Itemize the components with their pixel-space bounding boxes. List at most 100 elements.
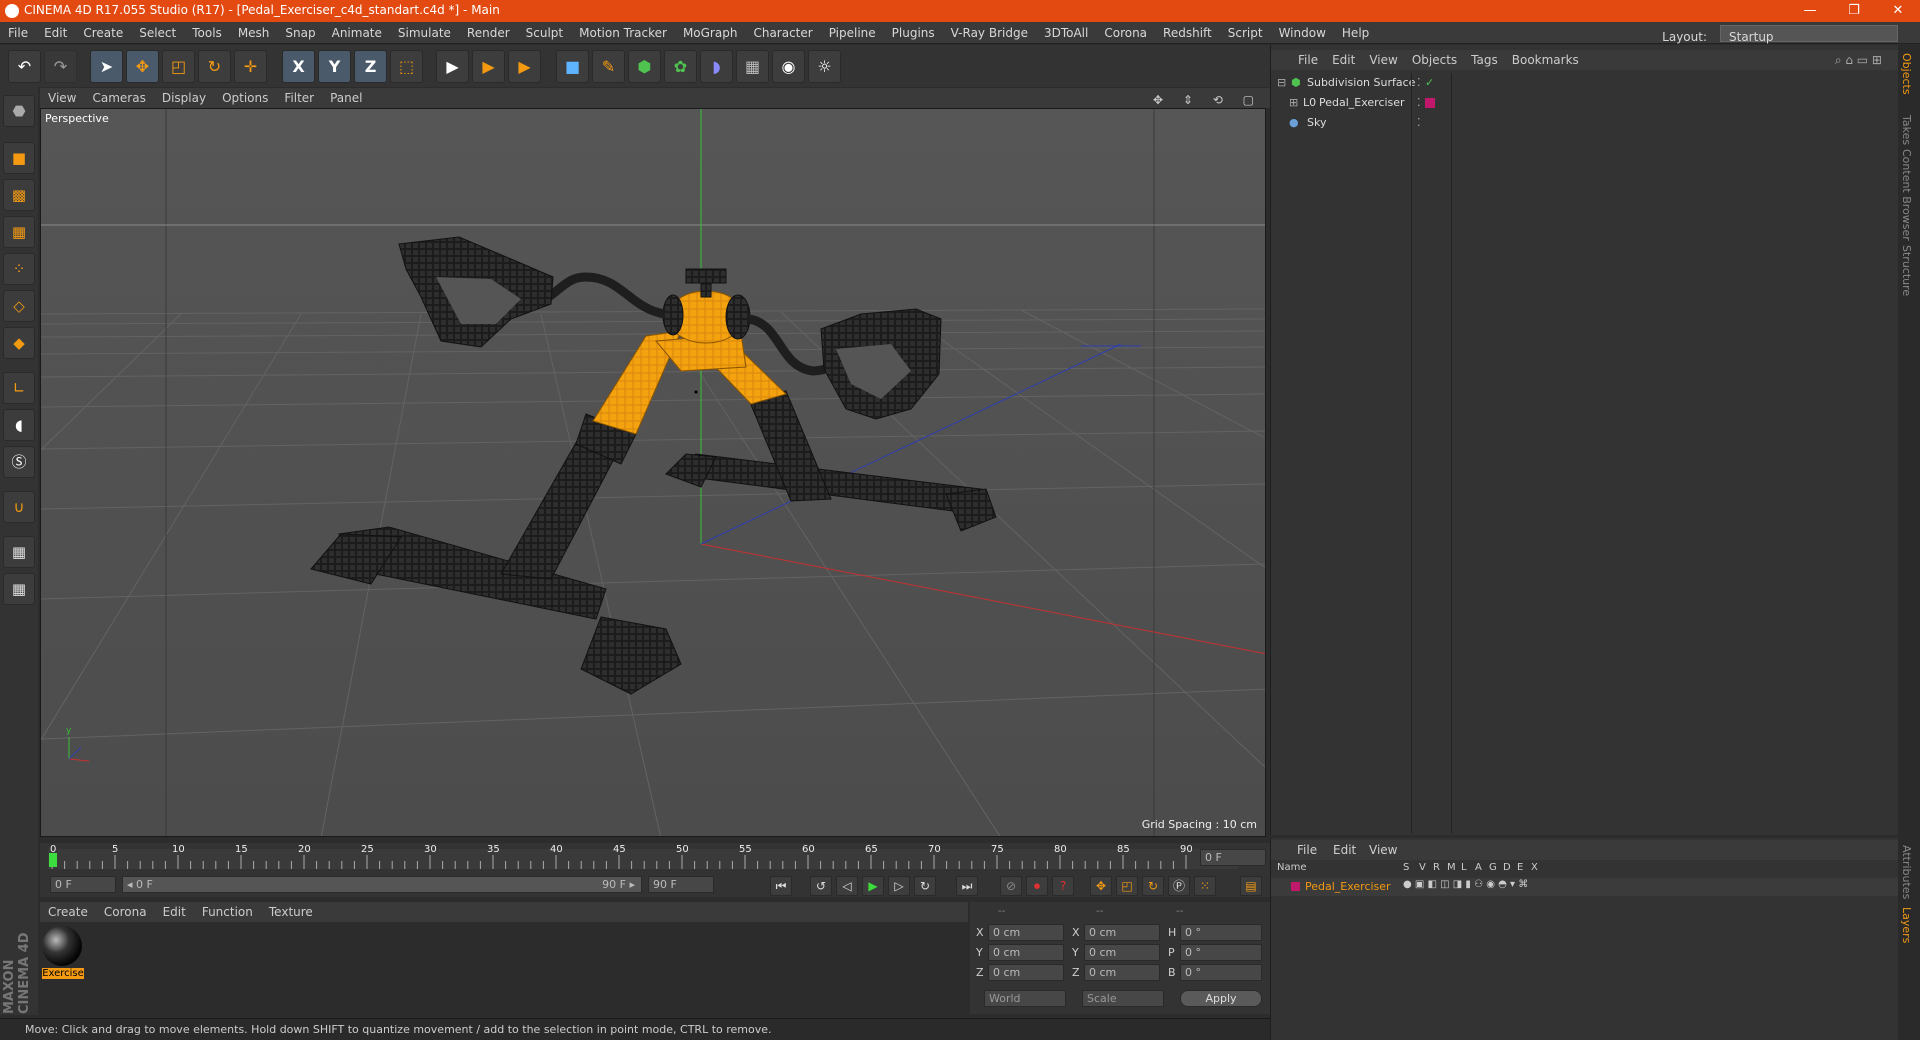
menu-corona[interactable]: Corona [1096,22,1155,44]
points-mode-button[interactable]: ⁘ [3,253,35,285]
material-swatch[interactable]: Exercise [42,926,84,982]
menu-edit[interactable]: Edit [36,22,75,44]
edit-render-settings-button[interactable]: ▶ [508,50,541,83]
layout-select[interactable]: Startup [1720,25,1898,44]
coord-size-x-field[interactable]: 0 cm [1084,924,1160,941]
next-frame-button[interactable]: ▷ [888,876,910,896]
viewport-menu-view[interactable]: View [40,88,84,108]
viewport-menu-cameras[interactable]: Cameras [84,88,153,108]
pen-button[interactable]: ✎ [592,50,625,83]
material-menu-corona[interactable]: Corona [96,902,155,922]
menu-sculpt[interactable]: Sculpt [518,22,571,44]
key-scale-button[interactable]: ◰ [1116,876,1138,896]
layer-toggle-icons[interactable]: ● ▣ ◧ ◫ ◨ ▮ ⚇ ◉ ◓ ▾ ⌘ [1403,879,1528,890]
texture-mode-button[interactable]: ▩ [3,179,35,211]
key-position-button[interactable]: ✥ [1090,876,1112,896]
minimize-button[interactable]: — [1788,0,1832,22]
coord-pos-z-field[interactable]: 0 cm [988,964,1064,981]
menu-file[interactable]: File [0,22,36,44]
menu-window[interactable]: Window [1271,22,1334,44]
tab-content-browser[interactable]: Content Browser [1900,149,1913,241]
tab-attributes[interactable]: Attributes [1900,845,1913,899]
coord-mode-select[interactable]: Scale [1082,990,1164,1007]
menu-select[interactable]: Select [131,22,184,44]
coord-space-select[interactable]: World [984,990,1066,1007]
viewport[interactable]: y Perspective Grid Spacing : 10 cm [40,108,1266,837]
floor-button[interactable]: ▦ [736,50,769,83]
menu-vray-bridge[interactable]: V-Ray Bridge [943,22,1036,44]
object-row[interactable]: ● Sky ⁚ [1271,113,1899,133]
obj-menu-edit[interactable]: Edit [1325,50,1362,70]
dolly-icon[interactable]: ⇕ [1175,90,1201,110]
key-pla-button[interactable]: ⁙ [1194,876,1216,896]
polygons-mode-button[interactable]: ◆ [3,327,35,359]
obj-menu-file[interactable]: File [1291,50,1325,70]
move-tool-button[interactable]: ✥ [126,50,159,83]
light-button[interactable]: ☼ [808,50,841,83]
menu-character[interactable]: Character [745,22,820,44]
cube-button[interactable]: ■ [556,50,589,83]
end-frame-field[interactable]: 90 F [648,876,714,893]
layer-menu-file[interactable]: File [1297,843,1317,857]
menu-mograph[interactable]: MoGraph [675,22,746,44]
menu-animate[interactable]: Animate [324,22,390,44]
viewport-menu-panel[interactable]: Panel [322,88,370,108]
transform-tool-button[interactable]: ✛ [234,50,267,83]
key-rotation-button[interactable]: ↻ [1142,876,1164,896]
material-menu-create[interactable]: Create [40,902,96,922]
material-menu-edit[interactable]: Edit [155,902,194,922]
close-button[interactable]: ✕ [1876,0,1920,22]
expand-toggle-icon[interactable]: ⊟ [1277,73,1286,93]
live-selection-button[interactable]: ➤ [90,50,123,83]
menu-simulate[interactable]: Simulate [390,22,459,44]
solo-mode-button[interactable]: Ⓢ [3,446,35,478]
coord-pos-x-field[interactable]: 0 cm [988,924,1064,941]
coord-pos-y-field[interactable]: 0 cm [988,944,1064,961]
apply-button[interactable]: Apply [1180,990,1262,1007]
tab-takes[interactable]: Takes [1900,115,1913,145]
workplane-mode-button[interactable]: ▦ [3,216,35,248]
menu-motion-tracker[interactable]: Motion Tracker [571,22,675,44]
quantize-button[interactable]: ▦ [3,573,35,605]
tab-objects[interactable]: Objects [1900,53,1913,95]
restore-button[interactable]: ❐ [1832,0,1876,22]
go-to-end-button[interactable]: ⏭ [956,876,978,896]
menu-redshift[interactable]: Redshift [1155,22,1220,44]
menu-create[interactable]: Create [75,22,131,44]
pan-icon[interactable]: ✥ [1145,90,1171,110]
start-frame-field[interactable]: 0 F [50,876,116,893]
coord-rot-b-field[interactable]: 0 ° [1180,964,1262,981]
subdivision-button[interactable]: ⬢ [628,50,661,83]
keyframe-selection-button[interactable]: ? [1052,876,1074,896]
snap-magnet-button[interactable]: ∪ [3,491,35,523]
coord-size-y-field[interactable]: 0 cm [1084,944,1160,961]
tweak-mode-button[interactable]: ◖ [3,409,35,441]
coord-rot-h-field[interactable]: 0 ° [1180,924,1262,941]
rotate-tool-button[interactable]: ↻ [198,50,231,83]
viewport-menu-display[interactable]: Display [154,88,214,108]
menu-3dtoall[interactable]: 3DToAll [1036,22,1096,44]
orbit-icon[interactable]: ⟲ [1205,90,1231,110]
previous-key-button[interactable]: ↺ [810,876,832,896]
viewport-menu-options[interactable]: Options [214,88,276,108]
layer-row[interactable]: Pedal_Exerciser ● ▣ ◧ ◫ ◨ ▮ ⚇ ◉ ◓ ▾ ⌘ [1271,878,1899,896]
coord-rot-p-field[interactable]: 0 ° [1180,944,1262,961]
scale-tool-button[interactable]: ◰ [162,50,195,83]
model-mode-button[interactable]: ■ [3,142,35,174]
obj-menu-bookmarks[interactable]: Bookmarks [1505,50,1586,70]
menu-mesh[interactable]: Mesh [230,22,278,44]
frame-range-slider[interactable]: ◂ 0 F 90 F ▸ [122,876,642,893]
object-row[interactable]: ⊞ L0 Pedal_Exerciser ⁚ [1271,93,1899,113]
edges-mode-button[interactable]: ◇ [3,290,35,322]
visibility-dots-icon[interactable]: ⁚ [1417,93,1421,113]
autokey-button[interactable]: ⏺ [1026,876,1048,896]
obj-search-icons[interactable]: ⌕ ⌂ ▭ ⊞ [1828,50,1889,70]
z-axis-button[interactable]: Z [354,50,387,83]
menu-tools[interactable]: Tools [184,22,230,44]
obj-menu-objects[interactable]: Objects [1405,50,1464,70]
enable-axis-button[interactable]: ∟ [3,372,35,404]
menu-render[interactable]: Render [459,22,518,44]
render-view-button[interactable]: ▶ [436,50,469,83]
current-frame-field[interactable]: 0 F [1200,849,1266,866]
cloner-button[interactable]: ✿ [664,50,697,83]
